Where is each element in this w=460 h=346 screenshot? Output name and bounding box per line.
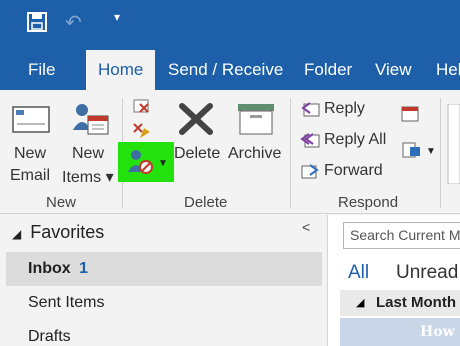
filter-unread[interactable]: Unread (396, 262, 458, 284)
date-group-label: Last Month (376, 294, 456, 311)
more-respond-dropdown-icon[interactable]: ▼ (426, 146, 436, 157)
group-label-new: New (46, 194, 77, 211)
clean-up-icon[interactable] (130, 120, 152, 140)
unread-count: 1 (79, 260, 89, 277)
group-separator (290, 98, 291, 208)
im-icon[interactable] (400, 140, 422, 160)
collapse-pane-icon[interactable]: < (302, 219, 310, 235)
customize-toolbar-icon[interactable]: ▾ (114, 10, 120, 24)
tab-help[interactable]: Hel (426, 50, 460, 90)
tab-home[interactable]: Home (86, 50, 156, 90)
forward-label: Forward (324, 162, 383, 179)
date-group-header[interactable]: ◢ Last Month (340, 290, 460, 316)
group-label-delete: Delete (184, 194, 228, 211)
email-icon (12, 106, 50, 133)
tab-view[interactable]: View (365, 50, 422, 90)
reply-all-label: Reply All (324, 131, 387, 148)
forward-icon (301, 164, 319, 179)
archive-icon (238, 104, 274, 135)
dropdown-arrow-icon: ▼ (158, 158, 168, 169)
delete-x-icon (179, 103, 213, 135)
watermark-logo: How (340, 318, 460, 346)
new-email-label-line2: Email (10, 167, 51, 184)
reply-all-icon (300, 133, 320, 148)
title-bar: ↶ ▾ (0, 0, 460, 50)
inbox-label: Inbox (28, 260, 71, 277)
group-separator (440, 98, 441, 208)
tab-send-receive[interactable]: Send / Receive (158, 50, 293, 90)
save-icon[interactable] (26, 11, 48, 33)
archive-label: Archive (228, 145, 282, 162)
group-collapse-icon: ◢ (356, 297, 365, 309)
new-email-label-line1: New (14, 145, 47, 162)
group-label-respond: Respond (338, 194, 399, 211)
ribbon-tabs: File Home Send / Receive Folder View Hel (0, 50, 460, 90)
folder-inbox[interactable]: Inbox 1 (28, 260, 88, 278)
undo-icon[interactable]: ↶ (65, 10, 82, 35)
reply-label: Reply (324, 100, 365, 117)
folder-sent-items[interactable]: Sent Items (28, 294, 104, 312)
quick-steps-icon[interactable] (446, 104, 460, 184)
new-items-label-line1: New (72, 145, 105, 162)
filter-all[interactable]: All (348, 262, 369, 284)
new-items-label-line2: Items ▾ (62, 169, 114, 186)
expand-triangle-icon: ◢ (12, 227, 22, 241)
ignore-icon[interactable] (130, 96, 152, 116)
ribbon: New Email New Items ▾ New ▼ Delete Archi… (0, 90, 460, 214)
search-input[interactable]: Search Current M (343, 222, 460, 249)
delete-label: Delete (174, 145, 221, 162)
favorites-header[interactable]: ◢ Favorites (12, 222, 104, 243)
watermark-mark: How (420, 324, 455, 340)
block-sender-icon (128, 150, 153, 174)
meeting-icon[interactable] (400, 104, 422, 124)
reply-icon (301, 102, 320, 117)
tab-file[interactable]: File (18, 50, 65, 90)
new-items-icon (73, 104, 109, 135)
favorites-label: Favorites (30, 222, 105, 242)
tab-folder[interactable]: Folder (294, 50, 362, 90)
folder-drafts[interactable]: Drafts (28, 328, 71, 346)
